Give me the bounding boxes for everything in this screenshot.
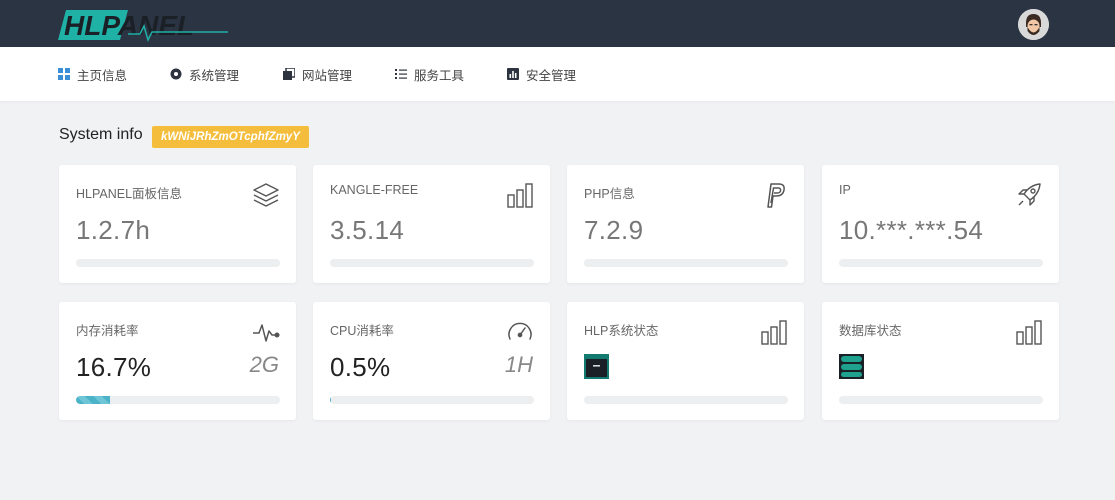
card-progress-track [584, 396, 788, 404]
card-value: 0.5% [330, 352, 391, 382]
rocket-icon [1015, 181, 1043, 209]
top-bar: HLPANEL [0, 0, 1115, 47]
nav-item-label: 系统管理 [189, 68, 240, 83]
nav-item-home-info[interactable]: 主页信息 [58, 47, 127, 101]
card-label: HLPANEL面板信息 [76, 187, 183, 201]
list-icon [395, 68, 407, 80]
main-nav: 主页信息 系统管理 网站管理 服务工具 安全管理 [0, 47, 1115, 101]
memory-progress-bar [76, 396, 280, 404]
card-progress-track [839, 396, 1043, 404]
card-memory: 内存消耗率 16.7% 2G [59, 302, 296, 420]
card-label: IP [839, 183, 851, 197]
system-key-badge: kWNiJRhZmOTcphfZmyY [152, 126, 309, 148]
gear-icon [170, 68, 182, 80]
hlpanel-logo[interactable]: HLPANEL [58, 4, 228, 44]
dashboard-icon [58, 68, 70, 80]
card-hlp-status: HLP系统状态 [567, 302, 804, 420]
logo-text: HLPANEL [64, 10, 194, 41]
card-label: PHP信息 [584, 187, 635, 201]
paypal-icon [760, 181, 788, 209]
card-label: KANGLE-FREE [330, 183, 419, 197]
cpu-progress-bar [330, 396, 534, 404]
layers-icon [252, 181, 280, 209]
card-kangle: KANGLE-FREE 3.5.14 [313, 165, 550, 283]
card-ip: IP 10.***.***.54 [822, 165, 1059, 283]
bar-chart-icon [506, 181, 534, 209]
user-avatar[interactable] [1018, 9, 1049, 40]
card-label: 数据库状态 [839, 324, 902, 338]
bar-chart-icon [1015, 318, 1043, 346]
nav-item-system[interactable]: 系统管理 [170, 47, 239, 101]
nav-item-label: 网站管理 [302, 68, 353, 83]
card-panel-info: HLPANEL面板信息 1.2.7h [59, 165, 296, 283]
card-value: 1.2.7h [76, 215, 151, 245]
memory-progress-fill [76, 396, 111, 404]
window-icon [584, 354, 609, 379]
system-info-title: System info [59, 126, 143, 143]
card-label: CPU消耗率 [330, 324, 394, 338]
nav-item-label: 主页信息 [77, 68, 128, 83]
nav-item-website[interactable]: 网站管理 [283, 47, 352, 101]
nav-item-label: 服务工具 [414, 68, 465, 83]
card-label: 内存消耗率 [76, 324, 139, 338]
card-value: 16.7% [76, 352, 152, 382]
card-label: HLP系统状态 [584, 324, 659, 338]
nav-item-security[interactable]: 安全管理 [507, 47, 576, 101]
nav-item-tools[interactable]: 服务工具 [395, 47, 464, 101]
database-icon [839, 354, 864, 379]
bar-chart-icon [760, 318, 788, 346]
card-value: 3.5.14 [330, 215, 405, 245]
card-progress-track [584, 259, 788, 267]
card-value: 7.2.9 [584, 215, 644, 245]
card-aux-value: 2G [249, 352, 279, 377]
card-db-status: 数据库状态 [822, 302, 1059, 420]
copy-icon [283, 67, 296, 80]
chart-icon [507, 68, 519, 80]
card-value: 10.***.***.54 [839, 215, 984, 245]
card-progress-track [839, 259, 1043, 267]
nav-item-label: 安全管理 [526, 68, 577, 83]
pulse-icon [252, 318, 280, 346]
card-cpu: CPU消耗率 0.5% 1H [313, 302, 550, 420]
card-progress-track [330, 259, 534, 267]
card-php: PHP信息 7.2.9 [567, 165, 804, 283]
card-progress-track [76, 259, 280, 267]
cpu-progress-fill [330, 396, 332, 404]
speedometer-icon [506, 318, 534, 346]
card-aux-value: 1H [504, 352, 533, 377]
